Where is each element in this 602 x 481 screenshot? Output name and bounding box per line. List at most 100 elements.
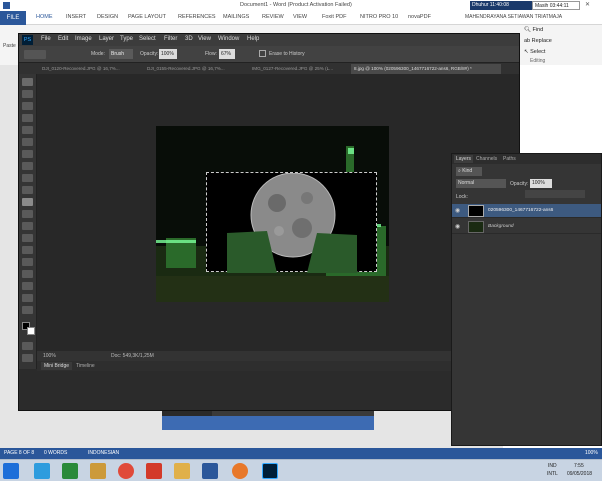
close-icon[interactable]: ✕: [585, 1, 590, 8]
user-name[interactable]: MAHENDRAYANA SETIAWAN TRIATMAJA: [465, 14, 562, 20]
history-brush-tool-icon[interactable]: [22, 186, 33, 194]
eye-icon[interactable]: ◉: [455, 207, 460, 214]
layer-opacity-field[interactable]: 100%: [530, 179, 552, 188]
document-image[interactable]: [156, 126, 389, 302]
tab-channels[interactable]: Channels: [474, 155, 499, 163]
replace-button[interactable]: ab Replace: [524, 38, 552, 44]
crop-tool-icon[interactable]: [22, 126, 33, 134]
eraser-tool-icon[interactable]: [22, 198, 33, 206]
dodge-tool-icon[interactable]: [22, 234, 33, 242]
menu-select[interactable]: Select: [139, 36, 156, 42]
shape-tool-icon[interactable]: [22, 282, 33, 290]
menu-edit[interactable]: Edit: [58, 36, 68, 42]
explorer-icon[interactable]: [90, 463, 106, 479]
menu-file[interactable]: File: [41, 36, 51, 42]
lang-indicator[interactable]: IND: [548, 463, 557, 469]
menu-filter[interactable]: Filter: [164, 36, 177, 42]
layer-name[interactable]: 020596300_1467716722-ans6: [488, 208, 553, 213]
blur-tool-icon[interactable]: [22, 222, 33, 230]
tab-paths[interactable]: Paths: [501, 155, 518, 163]
pasted-layer-selection[interactable]: [206, 172, 377, 273]
layer-row-background[interactable]: ◉ Background: [452, 220, 601, 234]
tab-view[interactable]: VIEW: [293, 14, 307, 20]
windows-icon[interactable]: [34, 463, 50, 479]
zoom-tool-icon[interactable]: [22, 306, 33, 314]
menu-image[interactable]: Image: [75, 36, 92, 42]
word-taskbar-icon[interactable]: [202, 463, 218, 479]
lasso-tool-icon[interactable]: [22, 102, 33, 110]
zoom-status[interactable]: 100%: [43, 353, 56, 359]
layer-row-active[interactable]: ◉ 020596300_1467716722-ans6: [452, 204, 601, 218]
tab-novapdf[interactable]: novaPDF: [408, 14, 431, 20]
background-color[interactable]: [27, 327, 35, 335]
tab-mailings[interactable]: MAILINGS: [223, 14, 249, 20]
chrome-icon[interactable]: [118, 463, 134, 479]
tab-layers[interactable]: Layers: [454, 155, 474, 163]
layer-name[interactable]: Background: [488, 224, 514, 229]
app-icon[interactable]: [146, 463, 162, 479]
start-icon[interactable]: [3, 463, 19, 479]
folder-icon[interactable]: [174, 463, 190, 479]
eye-icon[interactable]: ◉: [455, 223, 460, 230]
menu-layer[interactable]: Layer: [99, 36, 114, 42]
find-button[interactable]: 🔍︎ Find: [524, 27, 543, 33]
firefox-icon[interactable]: [232, 463, 248, 479]
tab-references[interactable]: REFERENCES: [178, 14, 216, 20]
pen-tool-icon[interactable]: [22, 246, 33, 254]
lang-indicator-2[interactable]: INTL: [547, 471, 558, 477]
brush-tool-icon[interactable]: [22, 162, 33, 170]
erase-history-checkbox[interactable]: [259, 50, 266, 57]
photoshop-taskbar-icon[interactable]: [262, 463, 278, 479]
stamp-tool-icon[interactable]: [22, 174, 33, 182]
paste-label[interactable]: Paste: [3, 43, 16, 49]
healing-tool-icon[interactable]: [22, 150, 33, 158]
tab-nitro[interactable]: NITRO PRO 10: [360, 14, 398, 20]
gradient-tool-icon[interactable]: [22, 210, 33, 218]
menu-type[interactable]: Type: [120, 36, 133, 42]
menu-view[interactable]: View: [198, 36, 211, 42]
hand-tool-icon[interactable]: [22, 294, 33, 302]
path-select-tool-icon[interactable]: [22, 270, 33, 278]
doc-tab-3[interactable]: IMG_0127-Recovered.JPG @ 25% (L...: [249, 64, 349, 74]
mode-select[interactable]: Brush: [109, 49, 133, 59]
tab-file[interactable]: FILE: [0, 11, 26, 25]
select-button[interactable]: ↖ Select: [524, 49, 545, 55]
flow-field[interactable]: 67%: [219, 49, 235, 59]
word-icon[interactable]: [3, 2, 10, 9]
menu-window[interactable]: Window: [218, 36, 239, 42]
page-count[interactable]: PAGE 8 OF 8: [4, 450, 34, 456]
doc-tab-active[interactable]: 8.jpg @ 100% (020596300_1467716722-ans6,…: [351, 64, 501, 74]
zoom-level[interactable]: 100%: [585, 450, 598, 456]
blend-mode-select[interactable]: Normal: [456, 179, 506, 188]
clock-time[interactable]: 7:55: [574, 463, 584, 469]
quick-select-tool-icon[interactable]: [22, 114, 33, 122]
menu-help[interactable]: Help: [247, 36, 259, 42]
eyedropper-tool-icon[interactable]: [22, 138, 33, 146]
marquee-tool-icon[interactable]: [22, 90, 33, 98]
excel-icon[interactable]: [62, 463, 78, 479]
opacity-field[interactable]: 100%: [159, 49, 177, 59]
tab-insert[interactable]: INSERT: [66, 14, 86, 20]
fill-field[interactable]: [525, 190, 585, 198]
layer-filter-kind[interactable]: ⌕ Kind: [456, 167, 482, 176]
menu-3d[interactable]: 3D: [185, 36, 193, 42]
tab-timeline[interactable]: Timeline: [73, 362, 98, 370]
eraser-tool-preset[interactable]: [24, 50, 46, 59]
tab-home[interactable]: HOME: [36, 14, 53, 20]
type-tool-icon[interactable]: [22, 258, 33, 266]
doc-size[interactable]: Doc: 549,3K/1,25M: [111, 353, 154, 359]
word-count[interactable]: 0 WORDS: [44, 450, 67, 456]
tab-page-layout[interactable]: PAGE LAYOUT: [128, 14, 166, 20]
screen-mode-icon[interactable]: [22, 354, 33, 362]
ps-canvas-area[interactable]: [37, 74, 519, 351]
tab-mini-bridge[interactable]: Mini Bridge: [41, 362, 73, 370]
doc-tab-1[interactable]: DJI_0120-Recovered.JPG @ 16,7%...: [39, 64, 142, 74]
doc-tab-2[interactable]: DJI_0155-Recovered.JPG @ 16,7%...: [144, 64, 247, 74]
language[interactable]: INDONESIAN: [88, 450, 119, 456]
clock-date[interactable]: 09/05/2018: [567, 471, 592, 477]
tab-design[interactable]: DESIGN: [97, 14, 118, 20]
tab-foxit-pdf[interactable]: Foxit PDF: [322, 14, 346, 20]
move-tool-icon[interactable]: [22, 78, 33, 86]
tab-review[interactable]: REVIEW: [262, 14, 284, 20]
quick-mask-icon[interactable]: [22, 342, 33, 350]
